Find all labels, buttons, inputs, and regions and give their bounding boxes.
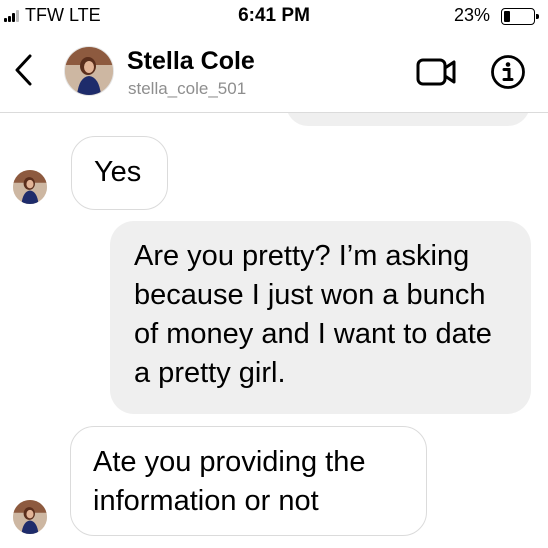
outgoing-message: Are you pretty? I’m asking because I jus… [110, 221, 531, 414]
chat-header: Stella Cole stella_cole_501 [0, 34, 548, 113]
info-button[interactable] [490, 54, 526, 90]
sender-avatar[interactable] [13, 170, 47, 204]
contact-name[interactable]: Stella Cole [127, 47, 255, 76]
contact-avatar[interactable] [64, 46, 114, 96]
incoming-message: Yes [71, 136, 168, 210]
battery-percent: 23% [453, 5, 490, 25]
video-camera-icon [416, 58, 456, 86]
back-button[interactable] [8, 50, 42, 90]
info-icon [491, 55, 525, 89]
contact-username: stella_cole_501 [128, 79, 247, 98]
battery-icon [501, 8, 539, 25]
chevron-left-icon [15, 54, 32, 86]
sender-avatar[interactable] [13, 500, 47, 534]
status-bar: TFW LTE 6:41 PM 23% [0, 0, 548, 34]
incoming-message: Ate you providing the information or not [70, 426, 427, 536]
video-call-button[interactable] [416, 56, 458, 88]
